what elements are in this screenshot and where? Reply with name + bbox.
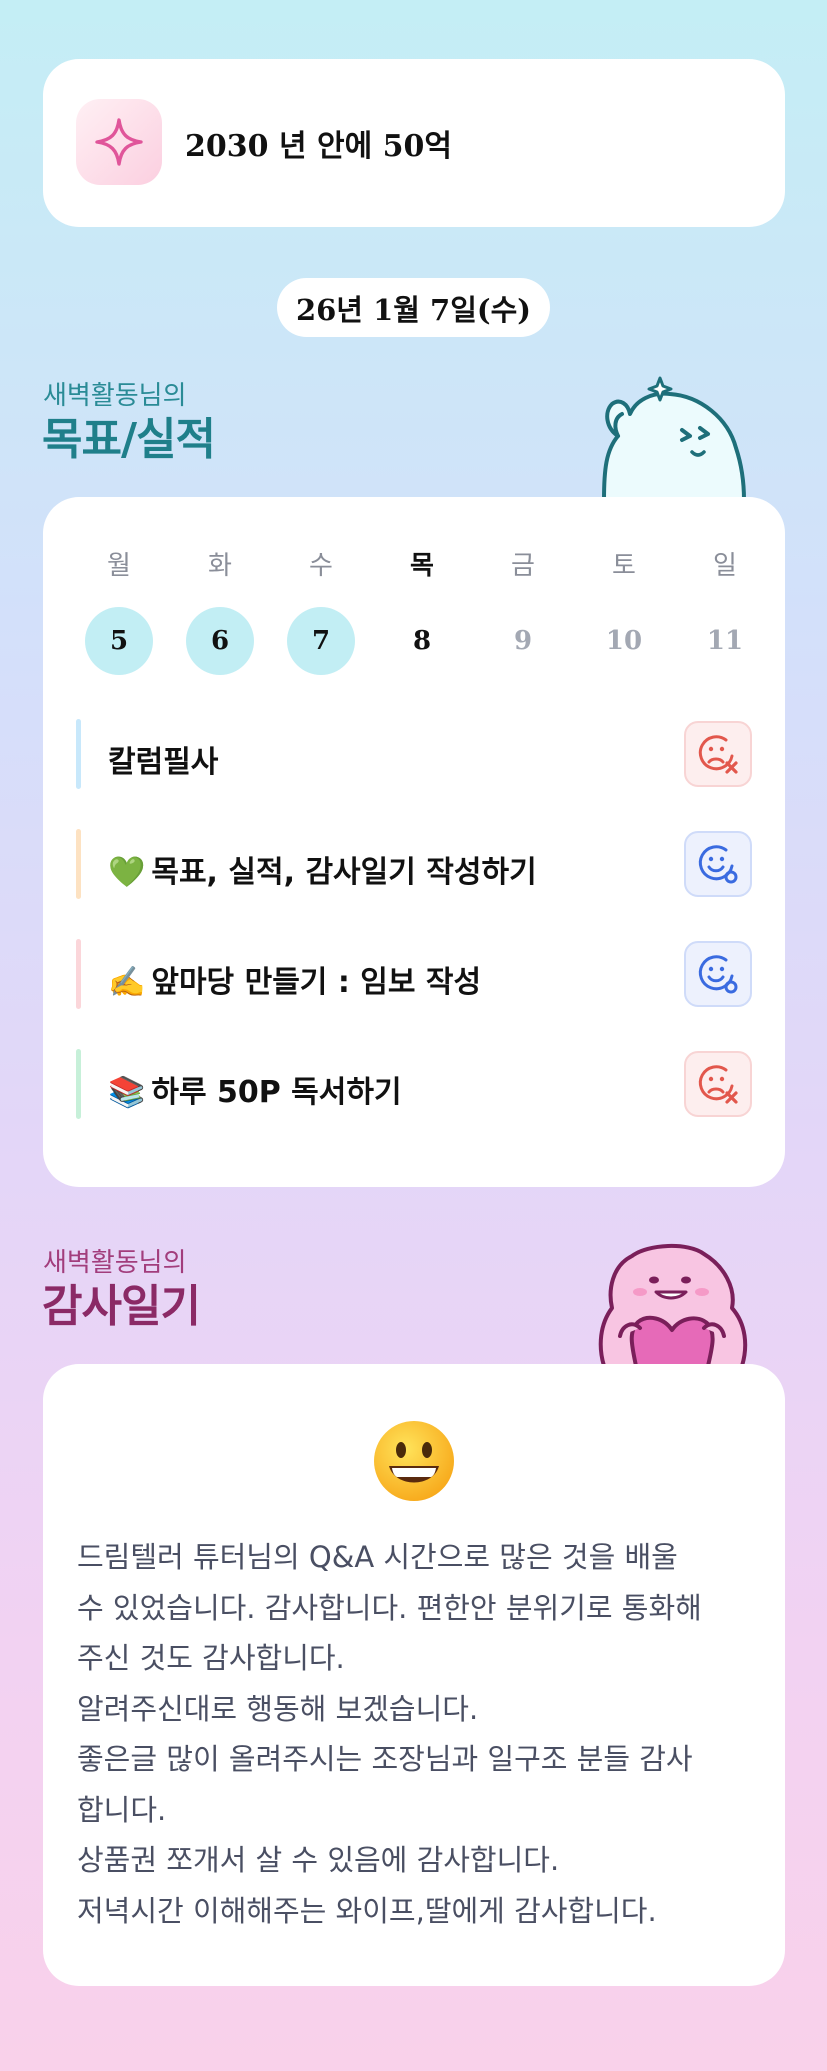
sparkle-icon: [95, 118, 143, 166]
task-color-bar: [76, 939, 81, 1009]
task-status-ok-button[interactable]: [684, 941, 752, 1007]
task-color-bar: [76, 829, 81, 899]
task-status-fail-button[interactable]: [684, 721, 752, 787]
gratitude-card[interactable]: 드림텔러 튜터님의 Q&A 시간으로 많은 것을 배울 수 있었습니다. 감사합…: [43, 1364, 785, 1986]
task-item[interactable]: ✍️ 앞마당 만들기 : 임보 작성: [76, 939, 752, 1009]
task-status-ok-button[interactable]: [684, 831, 752, 897]
gratitude-line: 알려주신대로 행동해 보겠습니다.: [77, 1691, 479, 1726]
goal-text: 2030 년 안에 50억: [185, 129, 452, 164]
date-cell[interactable]: 10: [590, 607, 658, 675]
task-label: ✍️ 앞마당 만들기 : 임보 작성: [108, 965, 482, 1000]
gratitude-title: 감사일기: [42, 1281, 201, 1332]
books-icon: 📚: [108, 1075, 146, 1110]
writing-hand-icon: ✍️: [108, 965, 146, 1000]
sad-face-x-icon: [698, 1065, 738, 1104]
weekday-tue: 화: [208, 551, 232, 581]
task-item[interactable]: 📚 하루 50P 독서하기: [76, 1049, 752, 1119]
goal-icon-box: [76, 99, 162, 185]
task-color-bar: [76, 1049, 81, 1119]
task-item[interactable]: 💚 목표, 실적, 감사일기 작성하기: [76, 829, 752, 899]
green-heart-icon: 💚: [108, 855, 146, 890]
task-label: 💚 목표, 실적, 감사일기 작성하기: [108, 855, 537, 890]
task-status-fail-button[interactable]: [684, 1051, 752, 1117]
weekday-wed: 수: [309, 551, 333, 581]
date-label[interactable]: 26년 1월 7일(수): [277, 278, 550, 337]
date-cell[interactable]: 9: [489, 607, 557, 675]
grinning-face-icon: [374, 1421, 454, 1501]
weekday-thu: 목: [410, 551, 434, 581]
sad-face-x-icon: [698, 735, 738, 774]
goals-card: 월 화 수 목 금 토 일 5 6 7 8 9 10 11 칼럼필사 💚 목표, …: [43, 497, 785, 1187]
gratitude-line: 주신 것도 감사합니다.: [77, 1641, 345, 1675]
gratitude-line: 합니다.: [77, 1792, 167, 1827]
date-cell[interactable]: 6: [186, 607, 254, 675]
mascot-heart-icon: [598, 1243, 748, 1366]
gratitude-line: 상품권 쪼개서 살 수 있음에 감사합니다.: [77, 1843, 560, 1877]
goal-card[interactable]: 2030 년 안에 50억: [43, 59, 785, 227]
gratitude-line: 수 있었습니다. 감사합니다. 편한안 분위기로 통화해: [77, 1590, 702, 1625]
goals-title: 목표/실적: [42, 414, 216, 465]
weekday-sat: 토: [612, 551, 636, 581]
date-cell[interactable]: 11: [691, 607, 759, 675]
task-label: 칼럼필사: [108, 745, 219, 780]
task-color-bar: [76, 719, 81, 789]
smile-face-check-icon: [698, 845, 738, 884]
task-item[interactable]: 칼럼필사: [76, 719, 752, 789]
weekday-fri: 금: [511, 551, 535, 581]
weekday-sun: 일: [713, 551, 737, 581]
gratitude-line: 저녁시간 이해해주는 와이프,딸에게 감사합니다.: [77, 1893, 657, 1928]
date-cell[interactable]: 8: [388, 607, 456, 675]
weekday-row: 월 화 수 목 금 토 일: [43, 545, 785, 585]
date-cell[interactable]: 5: [85, 607, 153, 675]
date-cell[interactable]: 7: [287, 607, 355, 675]
smile-face-check-icon: [698, 955, 738, 994]
gratitude-line: 좋은글 많이 올려주시는 조장님과 일구조 분들 감사: [77, 1742, 693, 1776]
task-label: 📚 하루 50P 독서하기: [108, 1075, 402, 1110]
gratitude-text: 드림텔러 튜터님의 Q&A 시간으로 많은 것을 배울 수 있었습니다. 감사합…: [77, 1532, 767, 1936]
weekday-mon: 월: [107, 551, 131, 581]
mascot-thumbs-up-icon: [602, 376, 746, 500]
gratitude-line: 드림텔러 튜터님의 Q&A 시간으로 많은 것을 배울: [77, 1540, 678, 1574]
